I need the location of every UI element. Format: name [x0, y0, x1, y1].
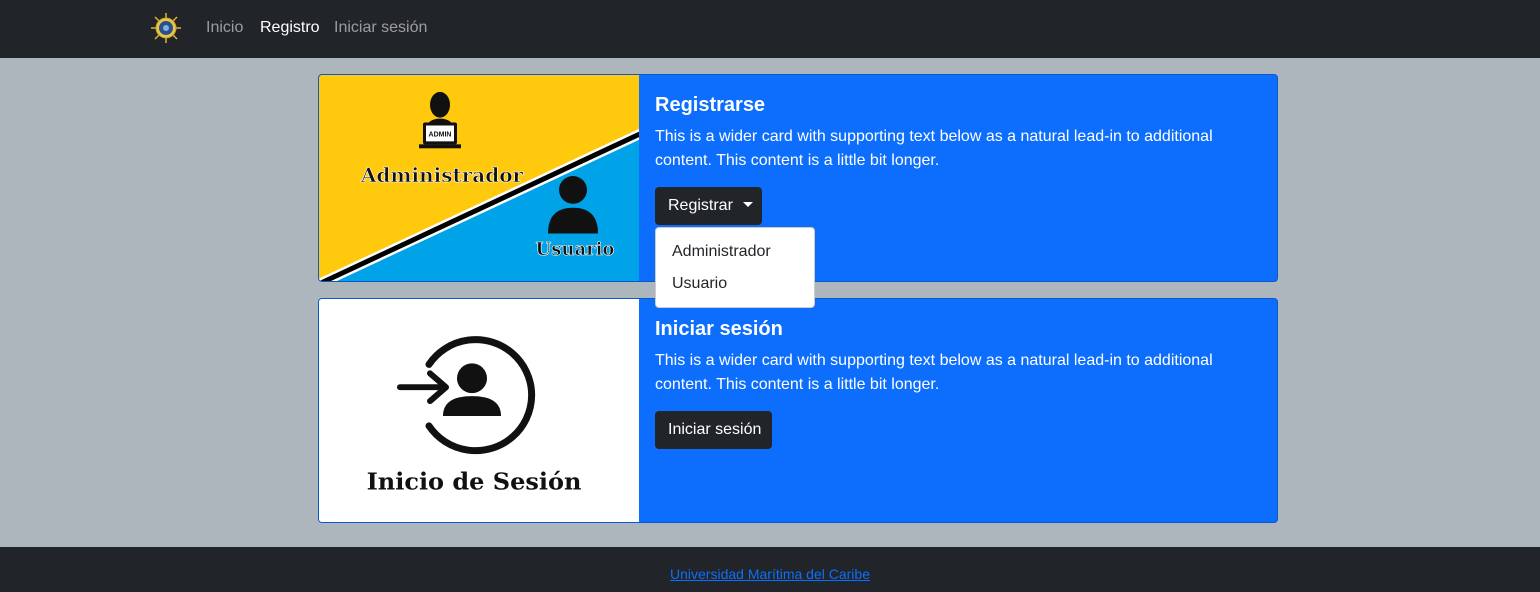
register-card: ADMIN Administrador Usuario Registrarse … [318, 74, 1278, 308]
caret-down-icon [742, 202, 753, 207]
login-card-text: This is a wider card with supporting tex… [655, 352, 1213, 393]
register-dropdown-button[interactable]: Registrar [655, 187, 762, 225]
nav-link-inicio[interactable]: Inicio [206, 18, 243, 38]
register-button-label: Registrar [668, 197, 733, 214]
register-card-title: Registrarse [655, 94, 766, 116]
top-navbar: Inicio Registro Iniciar sesión [0, 0, 1540, 58]
admin-image-label: Administrador [360, 163, 524, 187]
login-image-label: Inicio de Sesión [367, 467, 582, 495]
login-card-image: Inicio de Sesión [319, 299, 639, 522]
nav-link-iniciar-sesion[interactable]: Iniciar sesión [334, 18, 427, 38]
admin-badge-label: ADMIN [429, 131, 452, 138]
login-button[interactable]: Iniciar sesión [655, 411, 772, 449]
footer: Universidad Marítima del Caribe [0, 547, 1540, 592]
nav-link-registro[interactable]: Registro [260, 18, 320, 38]
register-card-image: ADMIN Administrador Usuario [319, 75, 639, 281]
register-dropdown-menu: Administrador Usuario [655, 227, 815, 308]
login-card: Inicio de Sesión Iniciar sesión This is … [318, 298, 1278, 523]
user-image-label: Usuario [536, 239, 615, 260]
register-card-text: This is a wider card with supporting tex… [655, 128, 1213, 169]
dropdown-item-administrador[interactable]: Administrador [656, 236, 814, 268]
footer-university-link[interactable]: Universidad Marítima del Caribe [0, 565, 1540, 583]
login-card-title: Iniciar sesión [655, 318, 783, 340]
compass-logo-icon[interactable] [150, 12, 182, 44]
dropdown-item-usuario[interactable]: Usuario [656, 268, 814, 300]
